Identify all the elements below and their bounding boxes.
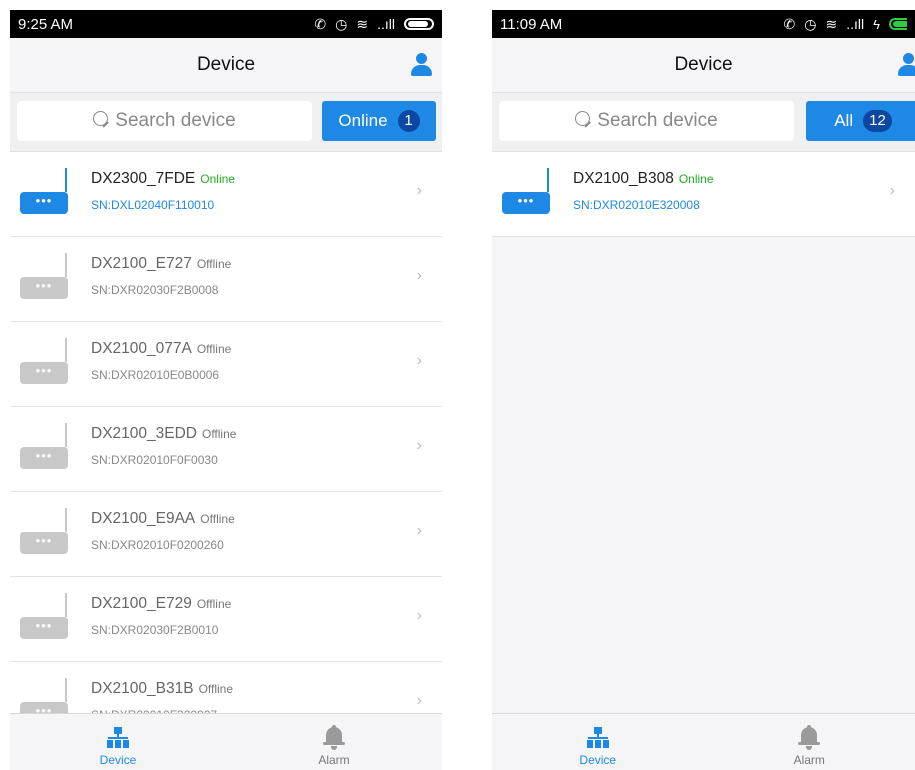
filter-label: All: [834, 111, 854, 130]
tab-label: Alarm: [793, 753, 825, 767]
tab-label: Alarm: [318, 753, 350, 767]
router-icon: •••: [20, 593, 75, 641]
charging-icon: ϟ: [873, 16, 880, 32]
network-icon: [586, 727, 609, 749]
bottom-tab-bar: Device Alarm: [10, 713, 442, 770]
device-status: Offline: [196, 342, 232, 356]
online-filter-button[interactable]: Online 1: [322, 101, 436, 141]
chevron-right-icon: ›: [416, 182, 422, 199]
chevron-right-icon: ›: [416, 352, 422, 369]
device-row[interactable]: ••• DX2100_B308 Online SN:DXR02010E320008…: [492, 152, 915, 237]
search-placeholder: Search device: [597, 110, 718, 131]
chevron-right-icon: ›: [416, 267, 422, 284]
wifi-icon: ≋: [825, 15, 838, 32]
device-name: DX2100_E727: [91, 255, 192, 272]
router-icon: •••: [20, 423, 75, 471]
device-status: Offline: [200, 512, 235, 526]
status-bar: 9:25 AM ✆ ◷ ≋ ..ıll: [10, 10, 442, 38]
signal-icon: ..ıll: [846, 16, 865, 32]
tab-device[interactable]: Device: [10, 714, 226, 770]
search-icon: [575, 110, 591, 126]
search-row: Search device Online 1: [10, 93, 442, 152]
router-icon: •••: [502, 168, 557, 216]
battery-icon: [404, 18, 434, 30]
bottom-tab-bar: Device Alarm: [492, 713, 915, 770]
chevron-right-icon: ›: [416, 692, 422, 709]
search-row: Search device All 12: [492, 93, 915, 152]
device-row[interactable]: ••• DX2100_3EDD Offline SN:DXR02010F0F003…: [10, 407, 442, 492]
user-profile-icon[interactable]: [897, 53, 915, 77]
router-icon: •••: [20, 338, 75, 386]
alarm-clock-icon: ◷: [335, 15, 348, 32]
device-serial: SN:DXR02010F0F0030: [91, 453, 218, 467]
user-profile-icon[interactable]: [410, 53, 432, 77]
router-icon: •••: [20, 168, 75, 216]
search-input[interactable]: Search device: [17, 101, 312, 141]
device-status: Offline: [198, 682, 234, 696]
router-icon: •••: [20, 508, 75, 556]
device-status: Offline: [196, 257, 232, 271]
device-serial: SN:DXR02010F0200260: [91, 538, 224, 552]
device-status: Offline: [201, 427, 237, 441]
device-name: DX2300_7FDE: [91, 170, 196, 187]
filter-count-badge: 1: [397, 110, 420, 132]
device-serial: SN:DXR02010E0B0006: [91, 368, 220, 382]
device-row[interactable]: ••• DX2100_077A Offline SN:DXR02010E0B000…: [10, 322, 442, 407]
tab-device[interactable]: Device: [492, 714, 704, 770]
device-name: DX2100_B31B: [91, 680, 194, 697]
battery-icon: [889, 18, 907, 30]
header: Device: [10, 38, 442, 93]
device-serial: SN:DXR02030F2B0008: [91, 283, 219, 297]
search-input[interactable]: Search device: [499, 101, 794, 141]
device-name: DX2100_077A: [91, 340, 192, 357]
device-serial: SN:DXL02040F110010: [91, 198, 215, 212]
page-title: Device: [674, 54, 733, 75]
chevron-right-icon: ›: [416, 607, 422, 624]
device-row[interactable]: ••• DX2100_E9AA Offline SN:DXR02010F02002…: [10, 492, 442, 577]
search-placeholder: Search device: [115, 110, 236, 131]
bell-icon: [322, 725, 346, 751]
router-icon: •••: [20, 253, 75, 301]
tab-label: Device: [99, 753, 137, 767]
header: Device: [492, 38, 915, 93]
page-title: Device: [196, 54, 256, 75]
device-name: DX2100_B308: [573, 170, 674, 187]
filter-count-badge: 12: [863, 110, 892, 132]
tab-alarm[interactable]: Alarm: [704, 714, 915, 770]
signal-icon: ..ıll: [377, 16, 395, 32]
device-list: ••• DX2300_7FDE Online SN:DXL02040F110010…: [10, 152, 442, 747]
phone-screen-online-filter: 9:25 AM ✆ ◷ ≋ ..ıll Device Search device…: [10, 10, 442, 770]
vibrate-icon: ✆: [314, 15, 327, 32]
chevron-right-icon: ›: [416, 522, 422, 539]
chevron-right-icon: ›: [889, 182, 895, 199]
device-status: Online: [678, 172, 714, 186]
device-status: Offline: [196, 597, 232, 611]
device-row[interactable]: ••• DX2100_E729 Offline SN:DXR02030F2B001…: [10, 577, 442, 662]
phone-screen-all-filter: 11:09 AM ✆ ◷ ≋ ..ıll ϟ Device Search dev…: [492, 10, 915, 770]
filter-label: Online: [338, 111, 388, 130]
device-name: DX2100_3EDD: [91, 425, 197, 442]
tab-label: Device: [579, 753, 617, 767]
status-time: 9:25 AM: [18, 15, 74, 33]
device-name: DX2100_E729: [91, 595, 192, 612]
wifi-icon: ≋: [356, 15, 369, 32]
device-serial: SN:DXR02010E320008: [573, 198, 700, 212]
alarm-clock-icon: ◷: [804, 15, 817, 32]
device-row[interactable]: ••• DX2300_7FDE Online SN:DXL02040F110010…: [10, 152, 442, 237]
vibrate-icon: ✆: [783, 15, 796, 32]
tab-alarm[interactable]: Alarm: [226, 714, 442, 770]
chevron-right-icon: ›: [416, 437, 422, 454]
device-status: Online: [200, 172, 235, 186]
device-name: DX2100_E9AA: [91, 510, 196, 527]
network-icon: [107, 727, 129, 749]
device-row[interactable]: ••• DX2100_E727 Offline SN:DXR02030F2B000…: [10, 237, 442, 322]
device-list: ••• DX2100_B308 Online SN:DXR02010E320008…: [492, 152, 915, 237]
bell-icon: [797, 725, 821, 751]
status-bar: 11:09 AM ✆ ◷ ≋ ..ıll ϟ: [492, 10, 915, 38]
status-time: 11:09 AM: [500, 15, 563, 33]
search-icon: [93, 110, 109, 126]
device-serial: SN:DXR02030F2B0010: [91, 623, 219, 637]
all-filter-button[interactable]: All 12: [806, 101, 915, 141]
